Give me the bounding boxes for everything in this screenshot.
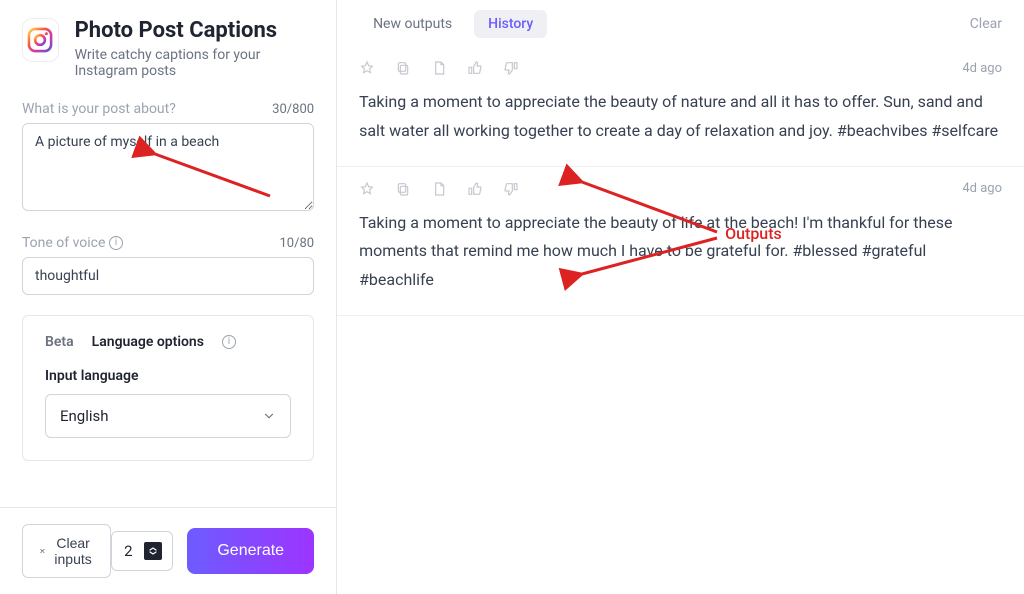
post-about-counter: 30/800: [272, 102, 314, 117]
output-time: 4d ago: [962, 181, 1002, 196]
chevron-down-icon: [262, 409, 276, 423]
thumbs-up-icon[interactable]: [467, 181, 483, 197]
bottom-bar: Clear inputs 2 Generate: [0, 507, 336, 594]
tab-new-outputs[interactable]: New outputs: [359, 10, 466, 38]
input-language-value: English: [60, 407, 109, 425]
generate-button[interactable]: Generate: [187, 528, 314, 574]
output-card: 4d ago Taking a moment to appreciate the…: [337, 167, 1024, 316]
thumbs-down-icon[interactable]: [503, 181, 519, 197]
star-icon[interactable]: [359, 181, 375, 197]
info-icon: i: [109, 236, 123, 250]
left-panel: Photo Post Captions Write catchy caption…: [0, 0, 337, 594]
page-title: Photo Post Captions: [75, 18, 314, 43]
output-card: 4d ago Taking a moment to appreciate the…: [337, 46, 1024, 167]
star-icon[interactable]: [359, 60, 375, 76]
close-icon: [39, 545, 46, 557]
input-language-select[interactable]: English: [45, 394, 291, 438]
tab-history[interactable]: History: [474, 10, 547, 38]
input-language-label: Input language: [45, 368, 291, 384]
clear-inputs-button[interactable]: Clear inputs: [22, 524, 111, 578]
language-options-label: Language options: [92, 334, 204, 350]
quantity-stepper[interactable]: 2: [111, 531, 173, 571]
tool-header: Photo Post Captions Write catchy caption…: [22, 18, 314, 79]
doc-icon[interactable]: [431, 60, 447, 76]
thumbs-down-icon[interactable]: [503, 60, 519, 76]
stepper-icon[interactable]: [144, 542, 162, 560]
thumbs-up-icon[interactable]: [467, 60, 483, 76]
output-text: Taking a moment to appreciate the beauty…: [359, 88, 1002, 146]
post-about-label: What is your post about?: [22, 101, 176, 117]
tone-input[interactable]: [22, 257, 314, 295]
form-scroll: Photo Post Captions Write catchy caption…: [0, 0, 336, 507]
info-icon: i: [222, 335, 236, 349]
tone-counter: 10/80: [279, 236, 314, 251]
output-text: Taking a moment to appreciate the beauty…: [359, 209, 1002, 295]
clear-outputs-link[interactable]: Clear: [970, 16, 1002, 32]
field-tone: Tone of voice i 10/80: [22, 235, 314, 295]
language-panel: Beta Language options i Input language E…: [22, 315, 314, 461]
right-panel: New outputs History Clear 4d ago Taking …: [337, 0, 1024, 594]
copy-icon[interactable]: [395, 60, 411, 76]
instagram-icon: [22, 18, 59, 62]
post-about-input[interactable]: [22, 123, 314, 211]
title-block: Photo Post Captions Write catchy caption…: [75, 18, 314, 79]
outputs-list: 4d ago Taking a moment to appreciate the…: [337, 46, 1024, 594]
tone-label: Tone of voice i: [22, 235, 123, 251]
page-subtitle: Write catchy captions for your Instagram…: [75, 47, 314, 79]
field-post-about: What is your post about? 30/800: [22, 101, 314, 215]
quantity-value: 2: [122, 542, 134, 560]
copy-icon[interactable]: [395, 181, 411, 197]
doc-icon[interactable]: [431, 181, 447, 197]
output-time: 4d ago: [962, 61, 1002, 76]
tabs-row: New outputs History Clear: [337, 0, 1024, 46]
beta-badge: Beta: [45, 334, 74, 350]
